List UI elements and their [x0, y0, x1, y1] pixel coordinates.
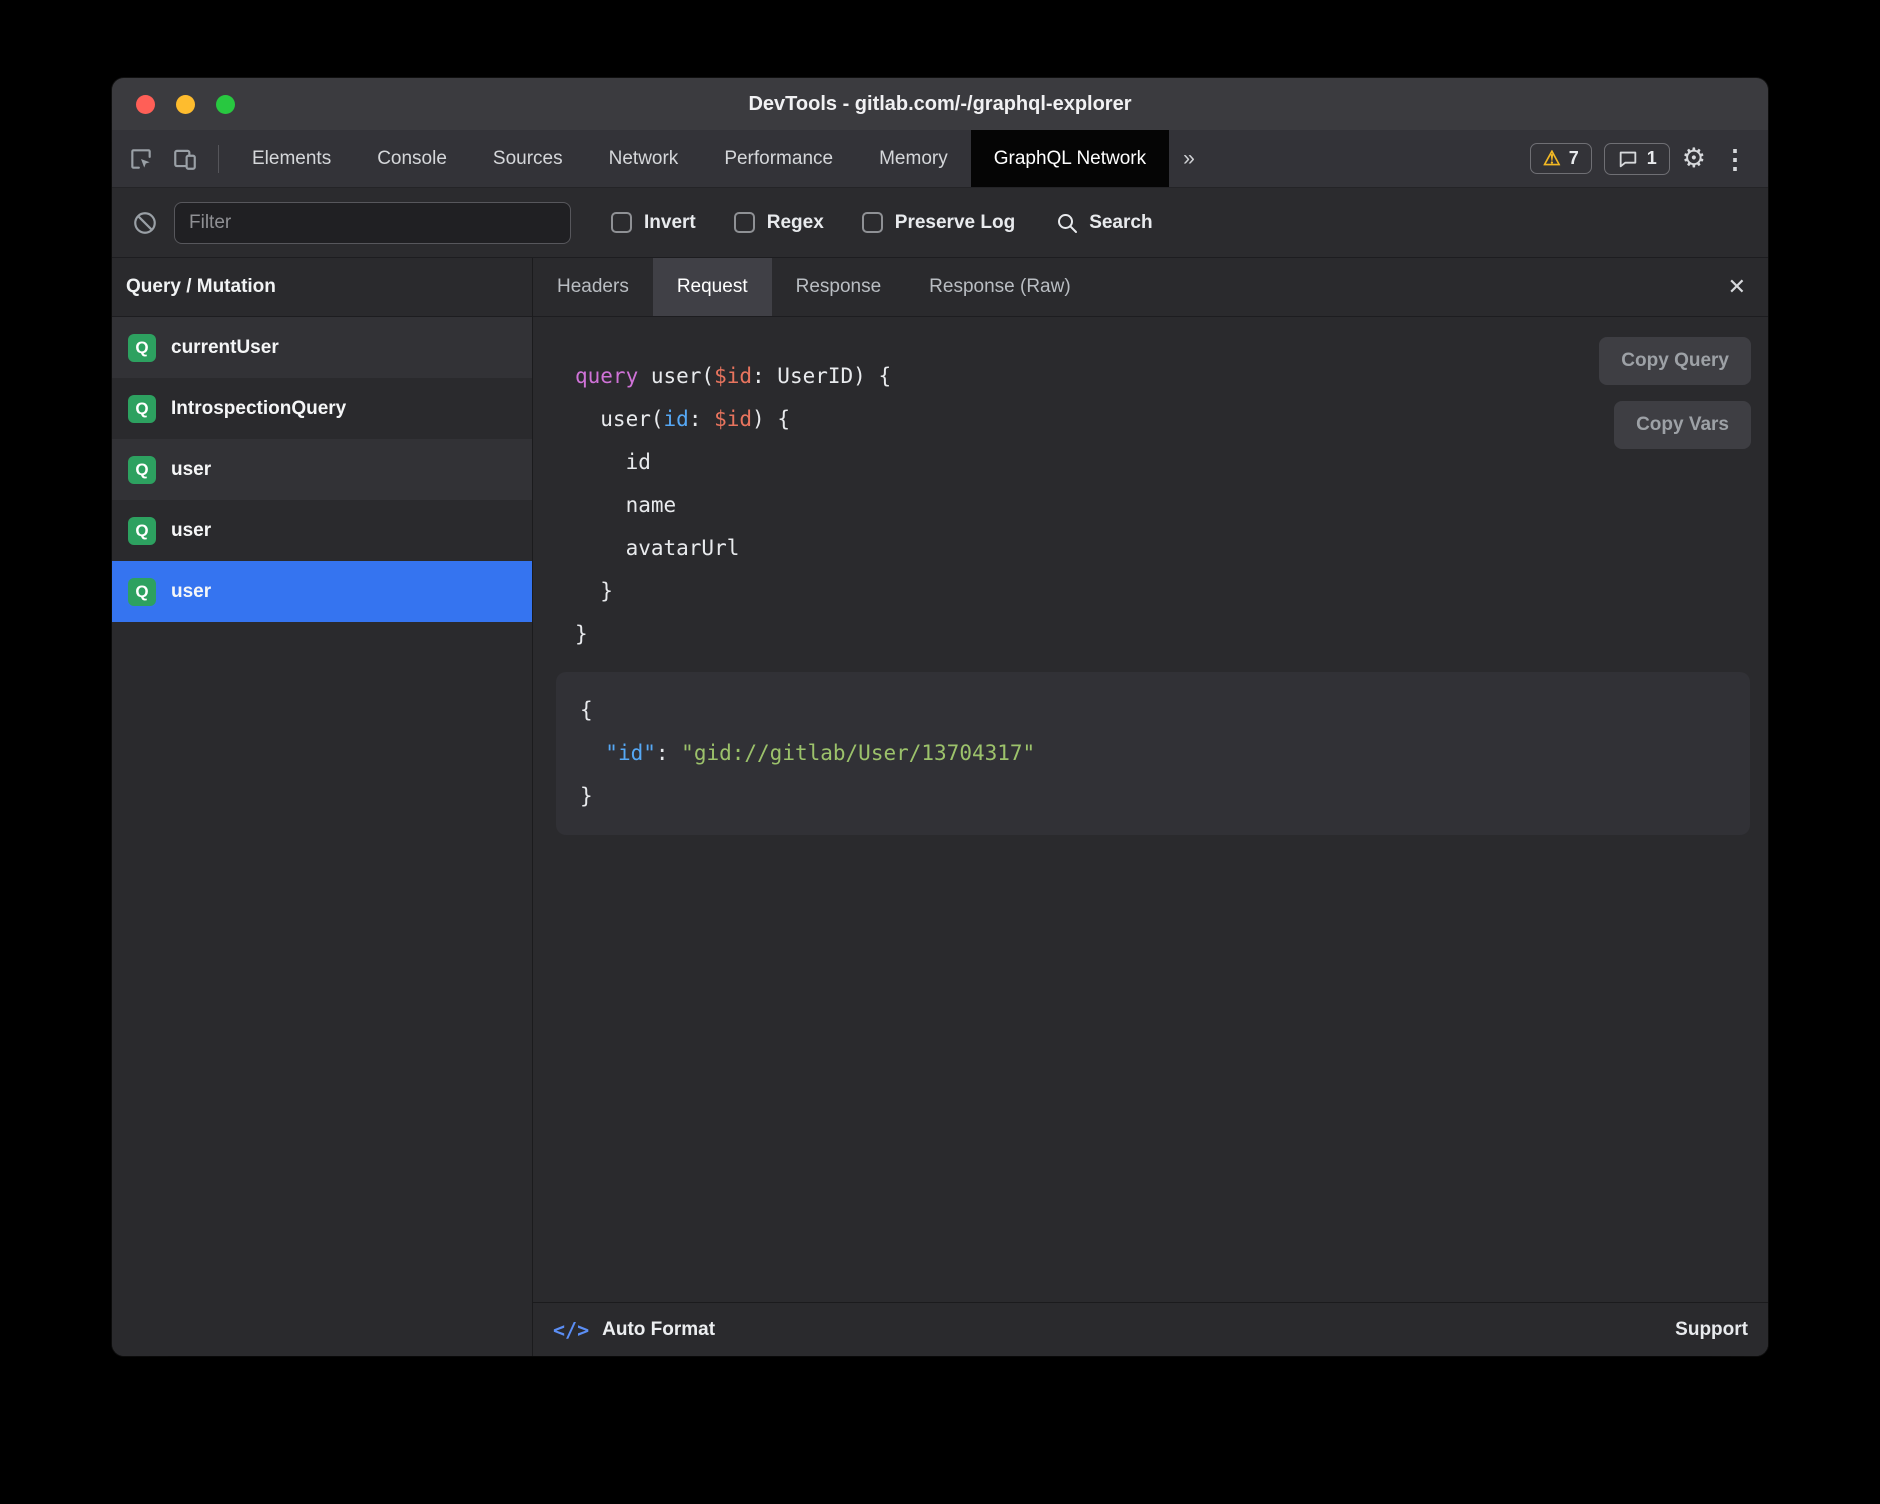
toolbar-checkboxes: Invert Regex Preserve Log [611, 212, 1015, 234]
device-toolbar-icon[interactable] [172, 146, 198, 172]
titlebar[interactable]: DevTools - gitlab.com/-/graphql-explorer [112, 78, 1768, 130]
search-control[interactable]: Search [1055, 211, 1152, 235]
checkbox-preserve-log-box[interactable] [862, 212, 883, 233]
tab-graphql-network[interactable]: GraphQL Network [971, 130, 1169, 187]
detail-tab-response-raw[interactable]: Response (Raw) [905, 258, 1095, 316]
main-area: Query / Mutation QcurrentUserQIntrospect… [112, 258, 1768, 1356]
query-type-badge: Q [128, 517, 156, 545]
query-type-badge: Q [128, 578, 156, 606]
devtools-tabs: ElementsConsoleSourcesNetworkPerformance… [229, 130, 1169, 187]
checkbox-regex-label: Regex [767, 212, 824, 234]
statusbar: </> Auto Format Support [533, 1302, 1768, 1356]
graphql-query-code: query user($id: UserID) { user(id: $id) … [575, 355, 1768, 656]
tabbar-right-controls: ⚠ 7 1 ⚙ ⋮ [1530, 130, 1768, 187]
copy-vars-button[interactable]: Copy Vars [1614, 401, 1751, 449]
warning-icon: ⚠ [1543, 149, 1561, 169]
checkbox-regex[interactable]: Regex [734, 212, 824, 234]
code-line: avatarUrl [575, 527, 1768, 570]
message-bubble-icon [1617, 148, 1639, 170]
devtools-tabbar: ElementsConsoleSourcesNetworkPerformance… [112, 130, 1768, 188]
close-window-button[interactable] [136, 95, 155, 114]
query-list: QcurrentUserQIntrospectionQueryQuserQuse… [112, 317, 532, 1356]
detail-panel: HeadersRequestResponseResponse (Raw) ✕ C… [533, 258, 1768, 1356]
tab-console[interactable]: Console [354, 130, 470, 187]
sidebar: Query / Mutation QcurrentUserQIntrospect… [112, 258, 533, 1356]
query-list-item-user-3[interactable]: Quser [112, 500, 532, 561]
tab-network[interactable]: Network [586, 130, 702, 187]
close-icon[interactable]: ✕ [1706, 276, 1768, 298]
detail-tab-request[interactable]: Request [653, 258, 772, 316]
tab-performance[interactable]: Performance [701, 130, 856, 187]
detail-tab-response[interactable]: Response [772, 258, 906, 316]
query-name: currentUser [171, 337, 279, 359]
auto-format-button[interactable]: Auto Format [602, 1319, 715, 1341]
tabbar-left-icons [112, 130, 229, 187]
query-type-badge: Q [128, 395, 156, 423]
code-line: id [575, 441, 1768, 484]
query-list-item-currentuser-0[interactable]: QcurrentUser [112, 317, 532, 378]
query-name: user [171, 520, 211, 542]
checkbox-preserve-log-label: Preserve Log [895, 212, 1015, 234]
zoom-window-button[interactable] [216, 95, 235, 114]
inspect-element-icon[interactable] [128, 146, 154, 172]
request-content: Copy Query Copy Vars query user($id: Use… [533, 317, 1768, 1302]
search-icon [1055, 211, 1079, 235]
code-brackets-icon: </> [553, 1318, 589, 1342]
query-type-badge: Q [128, 456, 156, 484]
code-line: "id": "gid://gitlab/User/13704317" [580, 732, 1726, 775]
warning-count: 7 [1569, 148, 1579, 169]
filter-input[interactable] [174, 202, 571, 244]
code-line: user(id: $id) { [575, 398, 1768, 441]
kebab-menu-icon[interactable]: ⋮ [1718, 146, 1752, 172]
traffic-lights [136, 95, 235, 114]
code-line: } [575, 570, 1768, 613]
warnings-badge[interactable]: ⚠ 7 [1530, 143, 1592, 174]
desktop-background: DevTools - gitlab.com/-/graphql-explorer [0, 0, 1880, 1504]
checkbox-invert-label: Invert [644, 212, 696, 234]
checkbox-regex-box[interactable] [734, 212, 755, 233]
support-link[interactable]: Support [1675, 1319, 1748, 1341]
variables-box: { "id": "gid://gitlab/User/13704317"} [556, 672, 1750, 835]
tab-memory[interactable]: Memory [856, 130, 971, 187]
query-list-item-introspectionquery-1[interactable]: Q IntrospectionQuery [112, 378, 532, 439]
query-name: user [171, 459, 211, 481]
filter-toolbar: Invert Regex Preserve Log Search [112, 188, 1768, 258]
minimize-window-button[interactable] [176, 95, 195, 114]
clear-circle-slash-icon[interactable] [132, 210, 158, 236]
search-label: Search [1089, 212, 1152, 234]
code-line: } [580, 775, 1726, 818]
copy-query-button[interactable]: Copy Query [1599, 337, 1751, 385]
settings-gear-icon[interactable]: ⚙ [1682, 145, 1706, 172]
detail-tab-headers[interactable]: Headers [533, 258, 653, 316]
checkbox-invert-box[interactable] [611, 212, 632, 233]
code-line: { [580, 689, 1726, 732]
query-name: IntrospectionQuery [171, 398, 346, 420]
code-line: query user($id: UserID) { [575, 355, 1768, 398]
variables-code: { "id": "gid://gitlab/User/13704317"} [580, 689, 1726, 818]
query-type-badge: Q [128, 334, 156, 362]
issues-badge[interactable]: 1 [1604, 143, 1670, 175]
devtools-window: DevTools - gitlab.com/-/graphql-explorer [112, 78, 1768, 1356]
tab-sources[interactable]: Sources [470, 130, 586, 187]
query-name: user [171, 581, 211, 603]
detail-tabbar: HeadersRequestResponseResponse (Raw) ✕ [533, 258, 1768, 317]
code-line: } [575, 613, 1768, 656]
detail-tabs-strip: HeadersRequestResponseResponse (Raw) [533, 258, 1095, 316]
query-list-item-user-2[interactable]: Quser [112, 439, 532, 500]
toolbar-separator [218, 145, 219, 173]
tab-elements[interactable]: Elements [229, 130, 354, 187]
more-tabs-chevron-icon[interactable]: » [1169, 130, 1209, 187]
issues-count: 1 [1647, 148, 1657, 169]
window-title: DevTools - gitlab.com/-/graphql-explorer [112, 93, 1768, 116]
code-line: name [575, 484, 1768, 527]
checkbox-preserve-log[interactable]: Preserve Log [862, 212, 1015, 234]
query-list-item-user-4[interactable]: Quser [112, 561, 532, 622]
checkbox-invert[interactable]: Invert [611, 212, 696, 234]
copy-buttons: Copy Query Copy Vars [1599, 337, 1751, 449]
sidebar-header: Query / Mutation [112, 258, 532, 317]
